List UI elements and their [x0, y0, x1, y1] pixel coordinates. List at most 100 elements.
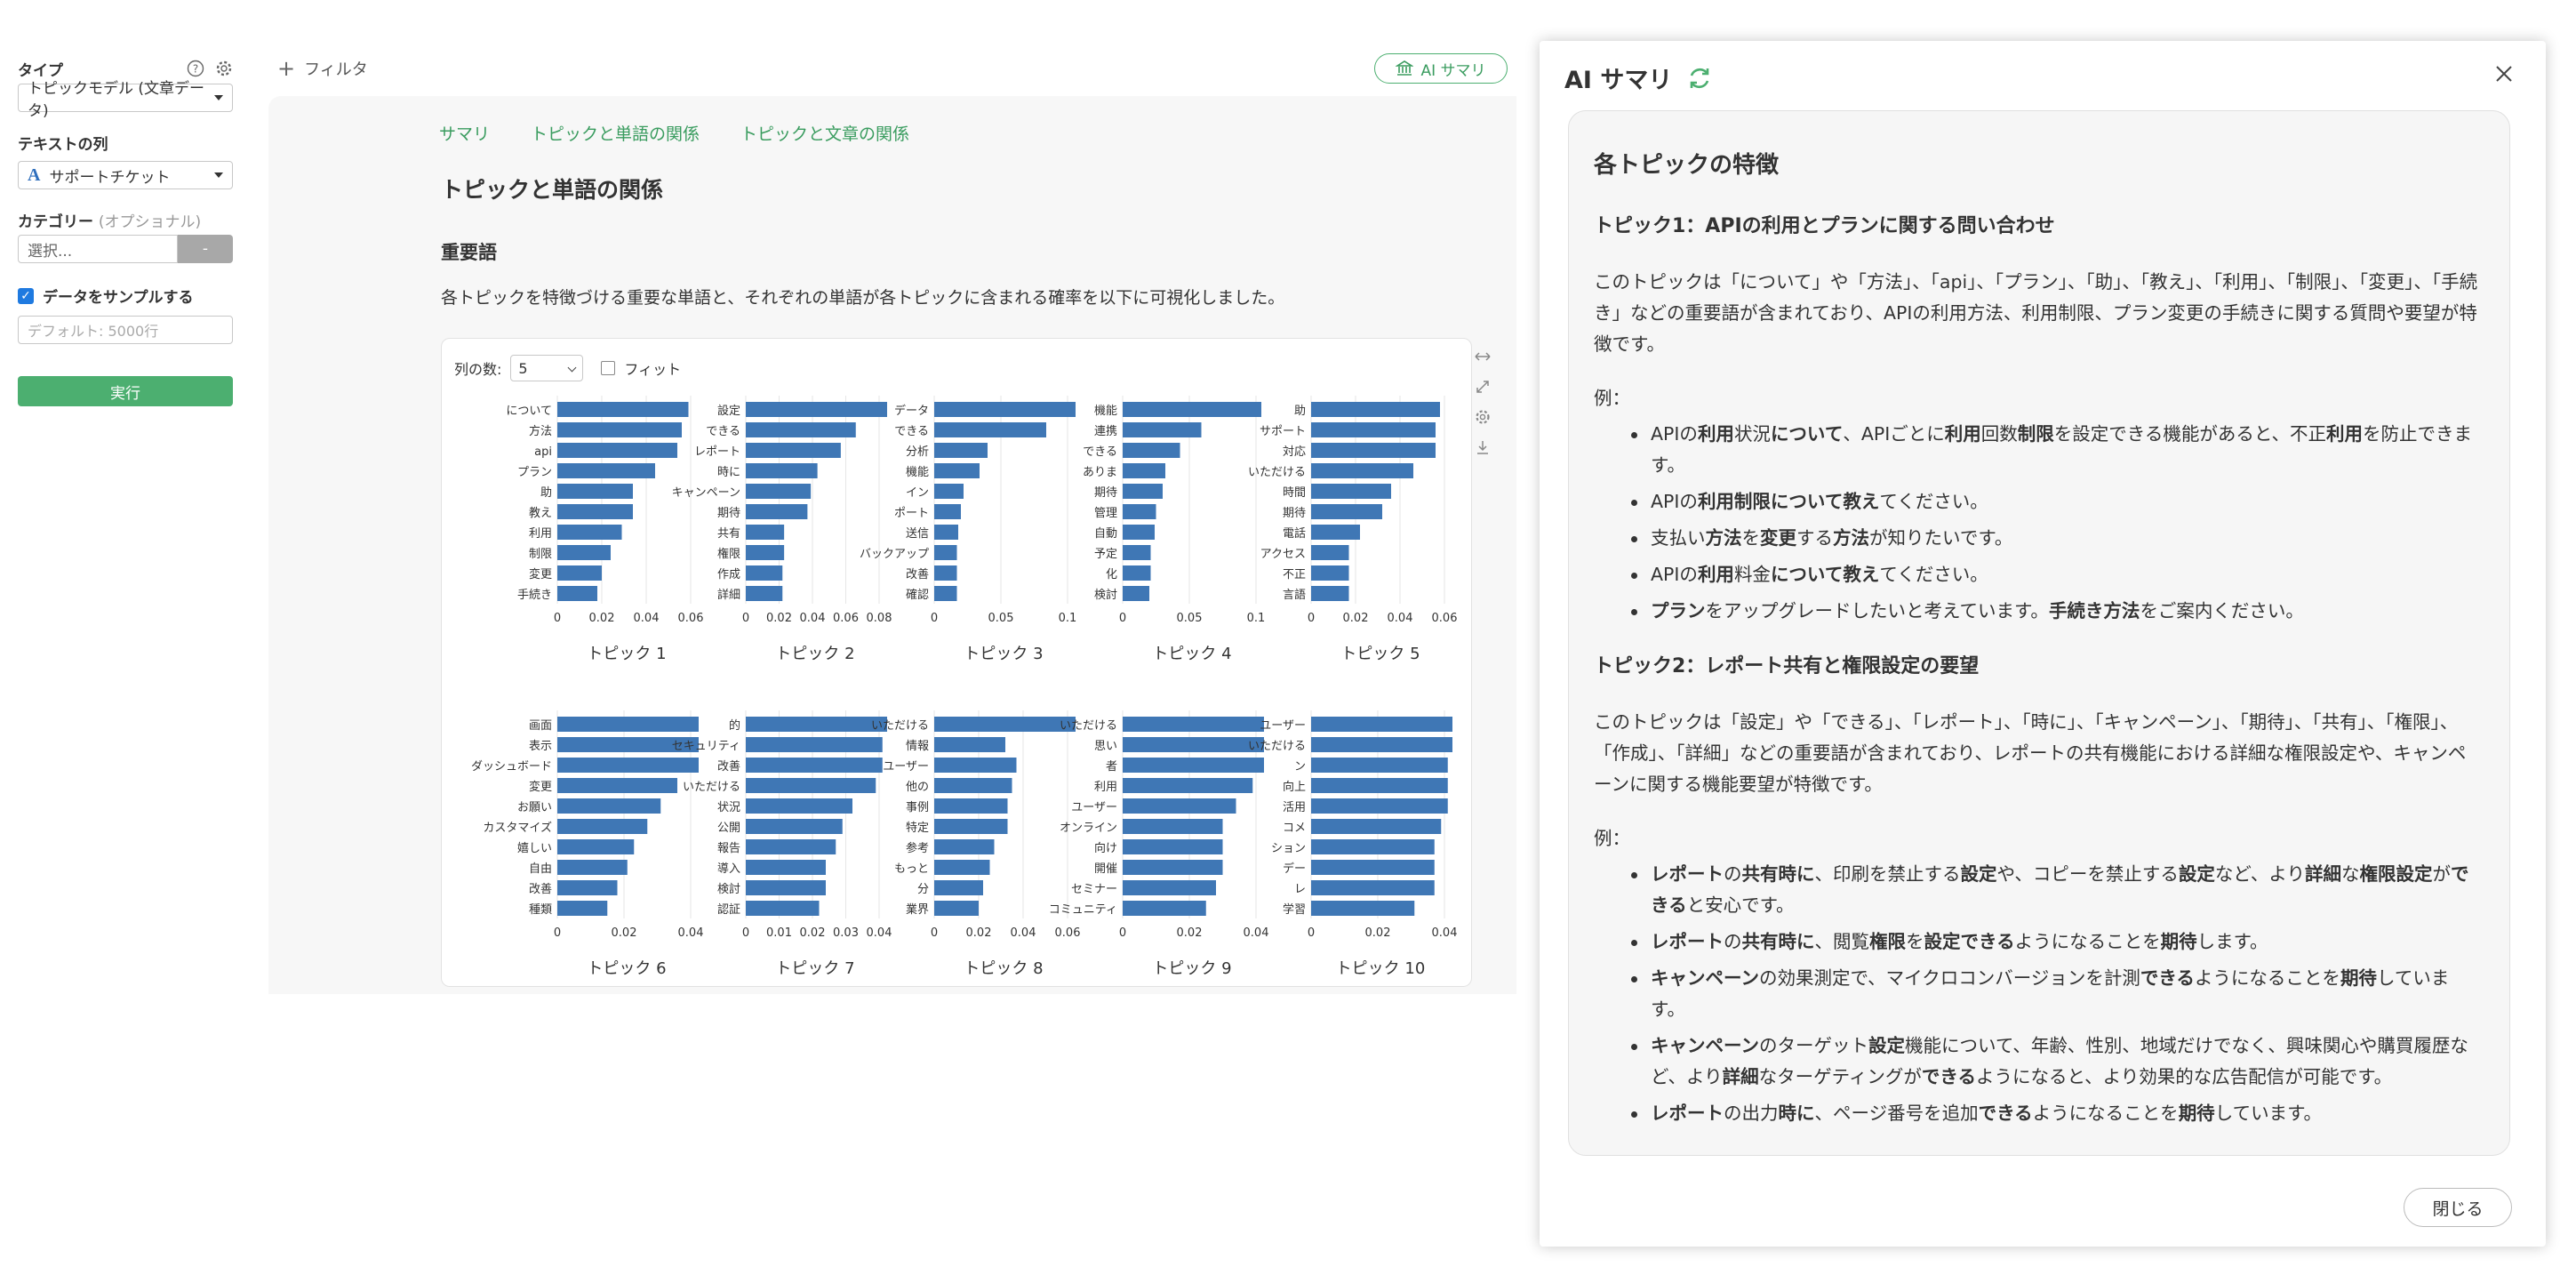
bar[interactable]	[934, 717, 1076, 732]
bar[interactable]	[557, 901, 608, 916]
bar[interactable]	[1311, 504, 1382, 519]
bar[interactable]	[1311, 484, 1391, 499]
bar[interactable]	[1311, 402, 1440, 417]
bar[interactable]	[1123, 422, 1202, 437]
bar[interactable]	[557, 565, 602, 581]
bar[interactable]	[934, 758, 1017, 773]
download-icon[interactable]	[1474, 439, 1492, 455]
bar[interactable]	[934, 860, 990, 875]
bar[interactable]	[1311, 565, 1349, 581]
bar[interactable]	[1123, 525, 1155, 540]
bar[interactable]	[934, 463, 980, 478]
bar[interactable]	[934, 484, 964, 499]
bar[interactable]	[934, 819, 1008, 834]
bar[interactable]	[1123, 778, 1253, 793]
bar[interactable]	[934, 545, 957, 560]
bar[interactable]	[746, 565, 783, 581]
bar[interactable]	[746, 484, 812, 499]
sample-data-toggle[interactable]: ✓ データをサンプルする	[18, 285, 233, 307]
bar[interactable]	[1311, 839, 1435, 854]
bar[interactable]	[557, 402, 689, 417]
expand-horizontal-icon[interactable]	[1474, 349, 1492, 365]
bar[interactable]	[1123, 565, 1151, 581]
bar[interactable]	[746, 545, 785, 560]
bar[interactable]	[746, 758, 883, 773]
bar[interactable]	[934, 565, 957, 581]
bar[interactable]	[557, 443, 677, 458]
checkbox-checked-icon[interactable]: ✓	[18, 287, 34, 304]
columns-select[interactable]: 5	[510, 355, 584, 381]
bar[interactable]	[557, 422, 682, 437]
close-button[interactable]: 閉じる	[2404, 1188, 2512, 1227]
bar[interactable]	[1311, 422, 1436, 437]
bar[interactable]	[934, 525, 958, 540]
bar[interactable]	[557, 819, 648, 834]
bar[interactable]	[934, 901, 979, 916]
bar[interactable]	[746, 798, 852, 814]
bar[interactable]	[1311, 901, 1415, 916]
fit-checkbox[interactable]	[601, 361, 616, 375]
bar[interactable]	[1123, 901, 1206, 916]
bar[interactable]	[746, 737, 883, 752]
bar[interactable]	[1311, 443, 1436, 458]
text-column-select[interactable]: A サポートチケット	[18, 161, 233, 189]
refresh-icon[interactable]	[1686, 65, 1713, 92]
bar[interactable]	[746, 586, 783, 601]
bar[interactable]	[746, 504, 808, 519]
bar[interactable]	[1123, 504, 1156, 519]
bar[interactable]	[1123, 717, 1264, 732]
bar[interactable]	[746, 778, 876, 793]
bar[interactable]	[746, 443, 841, 458]
bar[interactable]	[934, 737, 1005, 752]
tab-summary[interactable]: サマリ	[439, 121, 490, 145]
bar[interactable]	[557, 798, 661, 814]
bar[interactable]	[934, 402, 1076, 417]
bar[interactable]	[746, 860, 826, 875]
bar[interactable]	[1311, 880, 1435, 895]
bar[interactable]	[746, 901, 820, 916]
bar[interactable]	[934, 504, 961, 519]
bar[interactable]	[1311, 463, 1413, 478]
bar[interactable]	[746, 819, 843, 834]
bar[interactable]	[557, 545, 611, 560]
bar[interactable]	[934, 798, 1008, 814]
ai-summary-button[interactable]: AI サマリ	[1374, 53, 1508, 84]
bar[interactable]	[934, 443, 988, 458]
bar[interactable]	[557, 839, 635, 854]
bar[interactable]	[1311, 525, 1360, 540]
run-button[interactable]: 実行	[18, 376, 233, 406]
bar[interactable]	[934, 586, 957, 601]
bar[interactable]	[934, 778, 1012, 793]
bar[interactable]	[746, 402, 887, 417]
bar[interactable]	[934, 839, 995, 854]
bar[interactable]	[1311, 819, 1442, 834]
bar[interactable]	[746, 525, 785, 540]
bar[interactable]	[1123, 586, 1149, 601]
bar[interactable]	[557, 880, 618, 895]
settings-gear-icon[interactable]	[215, 60, 233, 77]
bar[interactable]	[746, 717, 887, 732]
bar[interactable]	[1311, 717, 1452, 732]
bar[interactable]	[1311, 758, 1448, 773]
bar[interactable]	[1311, 737, 1452, 752]
chart-settings-icon[interactable]	[1474, 409, 1492, 425]
bar[interactable]	[1123, 737, 1264, 752]
bar[interactable]	[557, 758, 699, 773]
bar[interactable]	[557, 717, 699, 732]
bar[interactable]	[1123, 402, 1261, 417]
bar[interactable]	[746, 880, 826, 895]
bar[interactable]	[1123, 880, 1216, 895]
bar[interactable]	[934, 880, 983, 895]
help-icon[interactable]: ?	[187, 60, 204, 77]
bar[interactable]	[1311, 586, 1349, 601]
bar[interactable]	[1123, 860, 1223, 875]
type-select[interactable]: トピックモデル (文章データ)	[18, 80, 233, 120]
category-select[interactable]: 選択...	[18, 235, 178, 263]
bar[interactable]	[557, 586, 597, 601]
bar[interactable]	[1123, 443, 1180, 458]
category-clear-button[interactable]: -	[178, 235, 233, 263]
sample-size-input[interactable]: デフォルト: 5000行	[18, 316, 233, 344]
bar[interactable]	[557, 463, 655, 478]
bar[interactable]	[746, 422, 856, 437]
bar[interactable]	[1123, 463, 1165, 478]
